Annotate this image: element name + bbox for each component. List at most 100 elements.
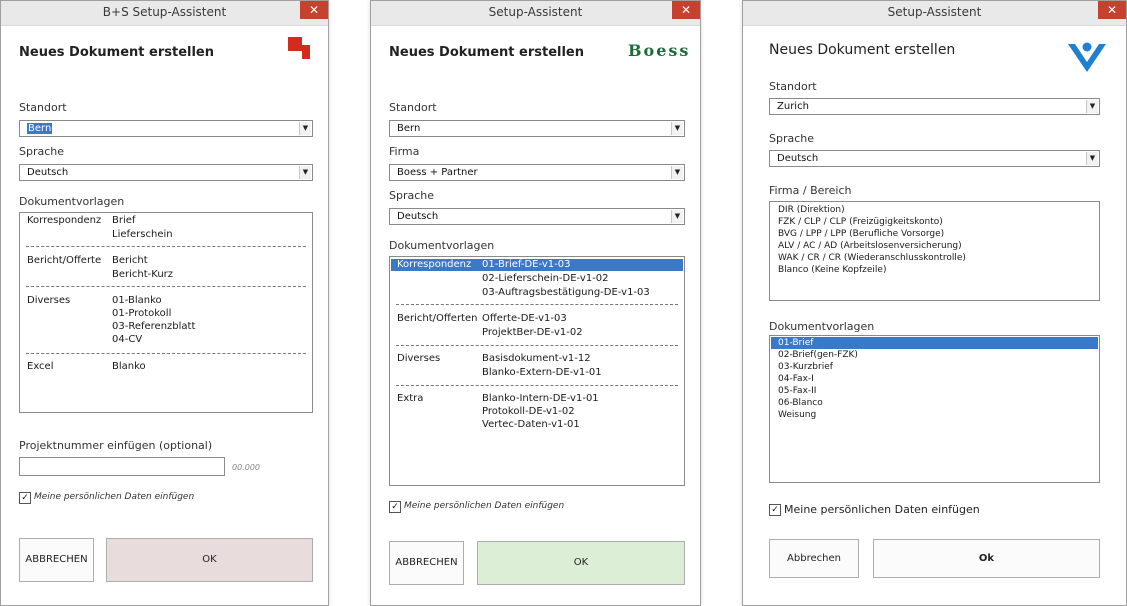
firma-bereich-label: Firma / Bereich [769, 184, 852, 197]
template-item[interactable]: Brief [112, 215, 135, 226]
dialog-bs-setup: B+S Setup-Assistent ✕ Neues Dokument ers… [0, 0, 329, 606]
category-label: Korrespondenz [397, 259, 472, 270]
group-divider [396, 385, 678, 386]
template-item[interactable]: Protokoll-DE-v1-02 [482, 406, 575, 417]
ok-button[interactable]: OK [106, 538, 313, 582]
firma-select[interactable]: Boess + Partner ▼ [389, 164, 685, 181]
list-item[interactable]: Blanco (Keine Kopfzeile) [778, 264, 1095, 276]
personal-data-checkbox[interactable]: ✓ [769, 504, 781, 516]
template-item[interactable]: Lieferschein [112, 229, 173, 240]
template-item[interactable]: Blanko [112, 361, 146, 372]
personal-data-label[interactable]: Meine persönlichen Daten einfügen [34, 492, 194, 502]
template-item[interactable]: Bericht-Kurz [112, 269, 173, 280]
template-list[interactable]: Korrespondenz Brief Lieferschein Bericht… [19, 212, 313, 413]
standort-value: Bern [397, 123, 421, 134]
sprache-value: Deutsch [27, 167, 69, 178]
template-item[interactable]: 01-Brief-DE-v1-03 [482, 259, 570, 270]
personal-data-label[interactable]: Meine persönlichen Daten einfügen [784, 503, 980, 516]
list-item[interactable]: FZK / CLP / CLP (Freizügigkeitskonto) [778, 216, 1095, 228]
window-title: B+S Setup-Assistent [102, 5, 227, 19]
list-item[interactable]: 03-Kurzbrief [778, 361, 1095, 373]
cancel-button[interactable]: Abbrechen [769, 539, 859, 578]
template-item[interactable]: 01-Blanko [112, 295, 162, 306]
category-label: Bericht/Offerten [397, 313, 478, 324]
cancel-button[interactable]: ABBRECHEN [19, 538, 94, 582]
template-item[interactable]: 04-CV [112, 334, 142, 345]
close-button[interactable]: ✕ [1098, 1, 1126, 19]
list-item-selected[interactable]: 01-Brief [771, 337, 1098, 349]
ok-button-label: Ok [978, 553, 995, 564]
list-item[interactable]: 02-Brief(gen-FZK) [778, 349, 1095, 361]
chevron-down-icon[interactable]: ▼ [1086, 152, 1098, 165]
template-item[interactable]: ProjektBer-DE-v1-02 [482, 327, 583, 338]
sprache-select[interactable]: Deutsch ▼ [769, 150, 1100, 167]
list-item[interactable]: BVG / LPP / LPP (Berufliche Vorsorge) [778, 228, 1095, 240]
template-item[interactable]: Bericht [112, 255, 148, 266]
standort-select[interactable]: Zurich ▼ [769, 98, 1100, 115]
checkmark-logo-icon [1068, 42, 1106, 72]
list-item[interactable]: 06-Blanco [778, 397, 1095, 409]
group-divider [26, 353, 306, 354]
boess-logo: Boess [628, 41, 691, 60]
personal-data-checkbox[interactable]: ✓ [389, 501, 401, 513]
standort-label: Standort [769, 80, 817, 93]
list-item[interactable]: Extra Blanko-Intern-DE-v1-01 Protokoll-D… [390, 393, 684, 435]
category-label: Diverses [397, 353, 441, 364]
list-item[interactable]: Diverses 01-Blanko 01-Protokoll 03-Refer… [20, 295, 312, 351]
title-bar[interactable]: B+S Setup-Assistent ✕ [1, 1, 328, 26]
close-button[interactable]: ✕ [300, 1, 328, 19]
dialog-boess-setup: Setup-Assistent ✕ Neues Dokument erstell… [370, 0, 701, 606]
title-bar[interactable]: Setup-Assistent ✕ [743, 1, 1126, 26]
personal-data-label[interactable]: Meine persönlichen Daten einfügen [404, 501, 564, 511]
chevron-down-icon[interactable]: ▼ [299, 122, 311, 135]
list-item[interactable]: Korrespondenz 01-Brief-DE-v1-03 02-Liefe… [390, 259, 684, 299]
ok-button[interactable]: Ok [873, 539, 1100, 578]
template-list[interactable]: 01-Brief 02-Brief(gen-FZK) 03-Kurzbrief … [769, 335, 1100, 483]
chevron-down-icon[interactable]: ▼ [671, 166, 683, 179]
personal-data-checkbox[interactable]: ✓ [19, 492, 31, 504]
list-item[interactable]: Korrespondenz Brief Lieferschein [20, 215, 312, 243]
template-item[interactable]: 03-Auftragsbestätigung-DE-v1-03 [482, 287, 650, 298]
standort-select[interactable]: Bern ▼ [19, 120, 313, 137]
sprache-select[interactable]: Deutsch ▼ [389, 208, 685, 225]
template-item[interactable]: Blanko-Extern-DE-v1-01 [482, 367, 602, 378]
list-item[interactable]: Excel Blanko [20, 361, 312, 375]
sprache-select[interactable]: Deutsch ▼ [19, 164, 313, 181]
project-number-input[interactable] [19, 457, 225, 476]
list-item[interactable]: DIR (Direktion) [778, 204, 1095, 216]
template-item[interactable]: 02-Lieferschein-DE-v1-02 [482, 273, 609, 284]
sprache-label: Sprache [769, 132, 815, 145]
ok-button[interactable]: OK [477, 541, 685, 585]
template-item[interactable]: Basisdokument-v1-12 [482, 353, 591, 364]
chevron-down-icon[interactable]: ▼ [299, 166, 311, 179]
template-list[interactable]: Korrespondenz 01-Brief-DE-v1-03 02-Liefe… [389, 256, 685, 486]
cancel-button[interactable]: ABBRECHEN [389, 541, 464, 585]
list-item[interactable]: ALV / AC / AD (Arbeitslosenversicherung) [778, 240, 1095, 252]
chevron-down-icon[interactable]: ▼ [1086, 100, 1098, 113]
standort-value: Bern [27, 123, 53, 134]
template-item[interactable]: Offerte-DE-v1-03 [482, 313, 567, 324]
sprache-value: Deutsch [777, 153, 819, 164]
list-item[interactable]: Bericht/Offerte Bericht Bericht-Kurz [20, 255, 312, 283]
list-item[interactable]: Weisung [778, 409, 1095, 421]
template-item[interactable]: Blanko-Intern-DE-v1-01 [482, 393, 599, 404]
chevron-down-icon[interactable]: ▼ [671, 122, 683, 135]
category-label: Extra [397, 393, 424, 404]
standort-select[interactable]: Bern ▼ [389, 120, 685, 137]
page-title: Neues Dokument erstellen [769, 42, 956, 58]
template-item[interactable]: 03-Referenzblatt [112, 321, 195, 332]
title-bar[interactable]: Setup-Assistent ✕ [371, 1, 700, 26]
list-item[interactable]: 04-Fax-I [778, 373, 1095, 385]
list-item[interactable]: Diverses Basisdokument-v1-12 Blanko-Exte… [390, 353, 684, 381]
templates-label: Dokumentvorlagen [389, 239, 495, 252]
group-divider [396, 304, 678, 305]
firma-list[interactable]: DIR (Direktion) FZK / CLP / CLP (Freizüg… [769, 201, 1100, 301]
template-item[interactable]: 01-Protokoll [112, 308, 171, 319]
template-item[interactable]: Vertec-Daten-v1-01 [482, 419, 580, 430]
list-item[interactable]: Bericht/Offerten Offerte-DE-v1-03 Projek… [390, 313, 684, 341]
bs-logo [288, 37, 310, 59]
list-item[interactable]: WAK / CR / CR (Wiederanschlusskontrolle) [778, 252, 1095, 264]
close-button[interactable]: ✕ [672, 1, 700, 19]
chevron-down-icon[interactable]: ▼ [671, 210, 683, 223]
list-item[interactable]: 05-Fax-II [778, 385, 1095, 397]
